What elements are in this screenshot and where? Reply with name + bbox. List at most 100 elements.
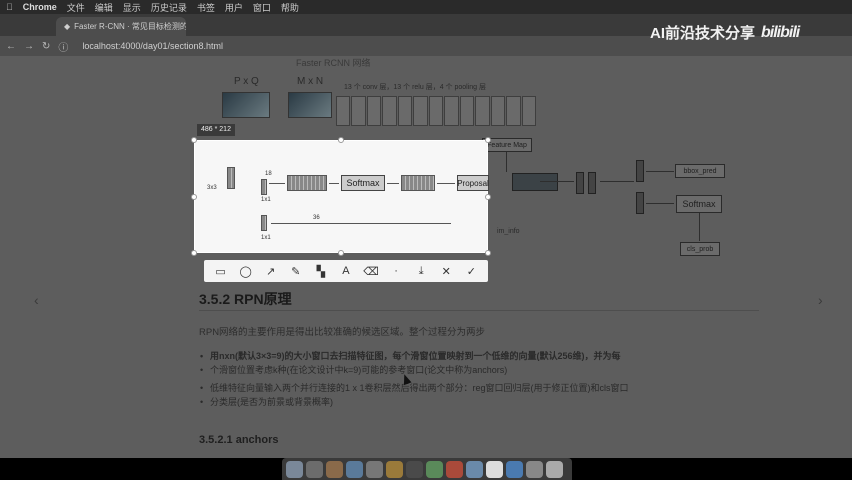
label-1x1-top: 1x1	[261, 197, 271, 203]
softmax-box: Softmax	[341, 175, 385, 191]
menu-item[interactable]: 显示	[123, 1, 141, 14]
favicon-icon: ◆	[64, 22, 71, 31]
apple-icon[interactable]: 	[6, 2, 13, 12]
watermark: AI前沿技术分享 bilibili	[650, 22, 800, 43]
label-1x1-bottom: 1x1	[261, 235, 271, 241]
connector-line	[600, 181, 634, 182]
cancel-tool-icon[interactable]: ✕	[437, 262, 455, 280]
label-36: 36	[313, 215, 320, 221]
connector-line	[329, 183, 339, 184]
arrow-tool-icon[interactable]: ↗	[262, 262, 280, 280]
connector-line	[540, 181, 574, 182]
feature-stack	[227, 167, 235, 189]
resize-handle[interactable]	[485, 194, 491, 200]
fc-stack-bottom	[636, 192, 644, 214]
resize-handle[interactable]	[191, 194, 197, 200]
app-icon[interactable]	[326, 460, 343, 478]
rectangle-tool-icon[interactable]: ▭	[212, 262, 230, 280]
fc-stack-top	[636, 160, 644, 182]
app-icon[interactable]	[506, 460, 523, 478]
trash-icon[interactable]	[546, 460, 563, 478]
bbox-pred-box: bbox_pred	[675, 164, 725, 178]
label-18: 18	[265, 171, 272, 177]
im-info-label: im_info	[497, 228, 520, 235]
proposal-box: Proposal	[457, 175, 489, 191]
text-tool-icon[interactable]: A	[337, 262, 355, 280]
url-field[interactable]: localhost:4000/day01/section8.html	[82, 41, 223, 51]
bilibili-logo: bilibili	[761, 23, 800, 41]
app-icon[interactable]	[446, 460, 463, 478]
tab-title: Faster R-CNN · 常见目标检测的…	[74, 22, 186, 31]
resize-handle[interactable]	[485, 250, 491, 256]
menu-item[interactable]: 用户	[225, 1, 243, 14]
menu-item[interactable]: 历史记录	[151, 1, 187, 14]
app-icon[interactable]	[366, 460, 383, 478]
terminal-icon[interactable]	[406, 460, 423, 478]
confirm-tool-icon[interactable]: ✓	[462, 262, 480, 280]
softmax-right-box: Softmax	[676, 195, 722, 213]
selection-size-label: 486 * 212	[197, 124, 235, 136]
ellipse-tool-icon[interactable]: ◯	[237, 262, 255, 280]
label-3x3: 3x3	[207, 185, 217, 191]
browser-tab[interactable]: ◆ Faster R-CNN · 常见目标检测的… ×	[56, 17, 186, 36]
connector-line	[646, 171, 674, 172]
watermark-text: AI前沿技术分享	[650, 25, 756, 42]
app-icon[interactable]	[386, 460, 403, 478]
resize-handle[interactable]	[191, 250, 197, 256]
connector-line	[699, 213, 700, 241]
notes-icon[interactable]	[486, 460, 503, 478]
dock	[282, 458, 572, 480]
bullet-1-line-2: 个滑窗位置考虑k种(在论文设计中k=9)可能的参考窗口(论文中称为anchors…	[200, 363, 507, 377]
heading-divider	[199, 310, 759, 311]
cls-prob-box: cls_prob	[680, 242, 720, 256]
reg-conv-stack	[261, 215, 267, 231]
fc-stack	[588, 172, 596, 194]
resize-handle[interactable]	[485, 137, 491, 143]
separator-icon: ·	[394, 265, 398, 277]
pxq-label: P x Q	[234, 76, 259, 87]
section-heading: 3.5.2 RPN原理	[199, 291, 292, 307]
bullet-1-line-1: 用nxn(默认3×3=9)的大小窗口去扫描特征图，每个滑窗位置映射到一个低维的向…	[200, 349, 621, 363]
eraser-tool-icon[interactable]: ⌫	[362, 262, 380, 280]
resized-image-thumb	[288, 92, 332, 118]
menu-bar:  Chrome 文件 编辑 显示 历史记录 书签 用户 窗口 帮助	[0, 0, 852, 14]
connector-line	[646, 203, 674, 204]
forward-icon[interactable]: →	[24, 41, 34, 52]
resize-handle[interactable]	[338, 250, 344, 256]
diagram-title: Faster RCNN 网络	[296, 58, 371, 68]
menu-item[interactable]: 文件	[67, 1, 85, 14]
connector-line	[437, 183, 455, 184]
reshape-block-2	[401, 175, 435, 191]
info-icon[interactable]: ⓘ	[58, 39, 68, 54]
screenshot-selection[interactable]: 3x3 18 1x1 1x1 36 Softmax Proposal	[194, 140, 489, 253]
launchpad-icon[interactable]	[306, 460, 323, 478]
intro-paragraph: RPN网络的主要作用是得出比较准确的候选区域。整个过程分为两步	[199, 327, 486, 338]
app-icon[interactable]	[466, 460, 483, 478]
cls-conv-stack	[261, 179, 267, 195]
menu-app-name[interactable]: Chrome	[23, 2, 57, 12]
mosaic-tool-icon[interactable]: ▚	[312, 262, 330, 280]
resize-handle[interactable]	[338, 137, 344, 143]
resize-handle[interactable]	[191, 137, 197, 143]
mxn-label: M x N	[297, 76, 324, 87]
fc-stack	[576, 172, 584, 194]
back-icon[interactable]: ←	[6, 41, 16, 52]
connector-line	[271, 223, 451, 224]
bullet-2-line-2: 分类层(是否为前景或背景概率)	[200, 395, 333, 409]
download-tool-icon[interactable]: ⤓	[412, 262, 430, 280]
app-icon[interactable]	[346, 460, 363, 478]
app-icon[interactable]	[526, 460, 543, 478]
next-page-icon[interactable]: ›	[818, 292, 823, 308]
menu-item[interactable]: 编辑	[95, 1, 113, 14]
reshape-block-1	[287, 175, 327, 191]
finder-icon[interactable]	[286, 460, 303, 478]
bullet-2-line-1: 低维特征向量输入两个并行连接的1 x 1卷积层然后得出两个部分：reg窗口回归层…	[200, 381, 629, 395]
menu-item[interactable]: 窗口	[253, 1, 271, 14]
prev-page-icon[interactable]: ‹	[34, 292, 39, 308]
menu-item[interactable]: 帮助	[281, 1, 299, 14]
subsection-heading: 3.5.2.1 anchors	[199, 434, 279, 446]
pen-tool-icon[interactable]: ✎	[287, 262, 305, 280]
menu-item[interactable]: 书签	[197, 1, 215, 14]
reload-icon[interactable]: ↻	[42, 41, 50, 52]
app-icon[interactable]	[426, 460, 443, 478]
